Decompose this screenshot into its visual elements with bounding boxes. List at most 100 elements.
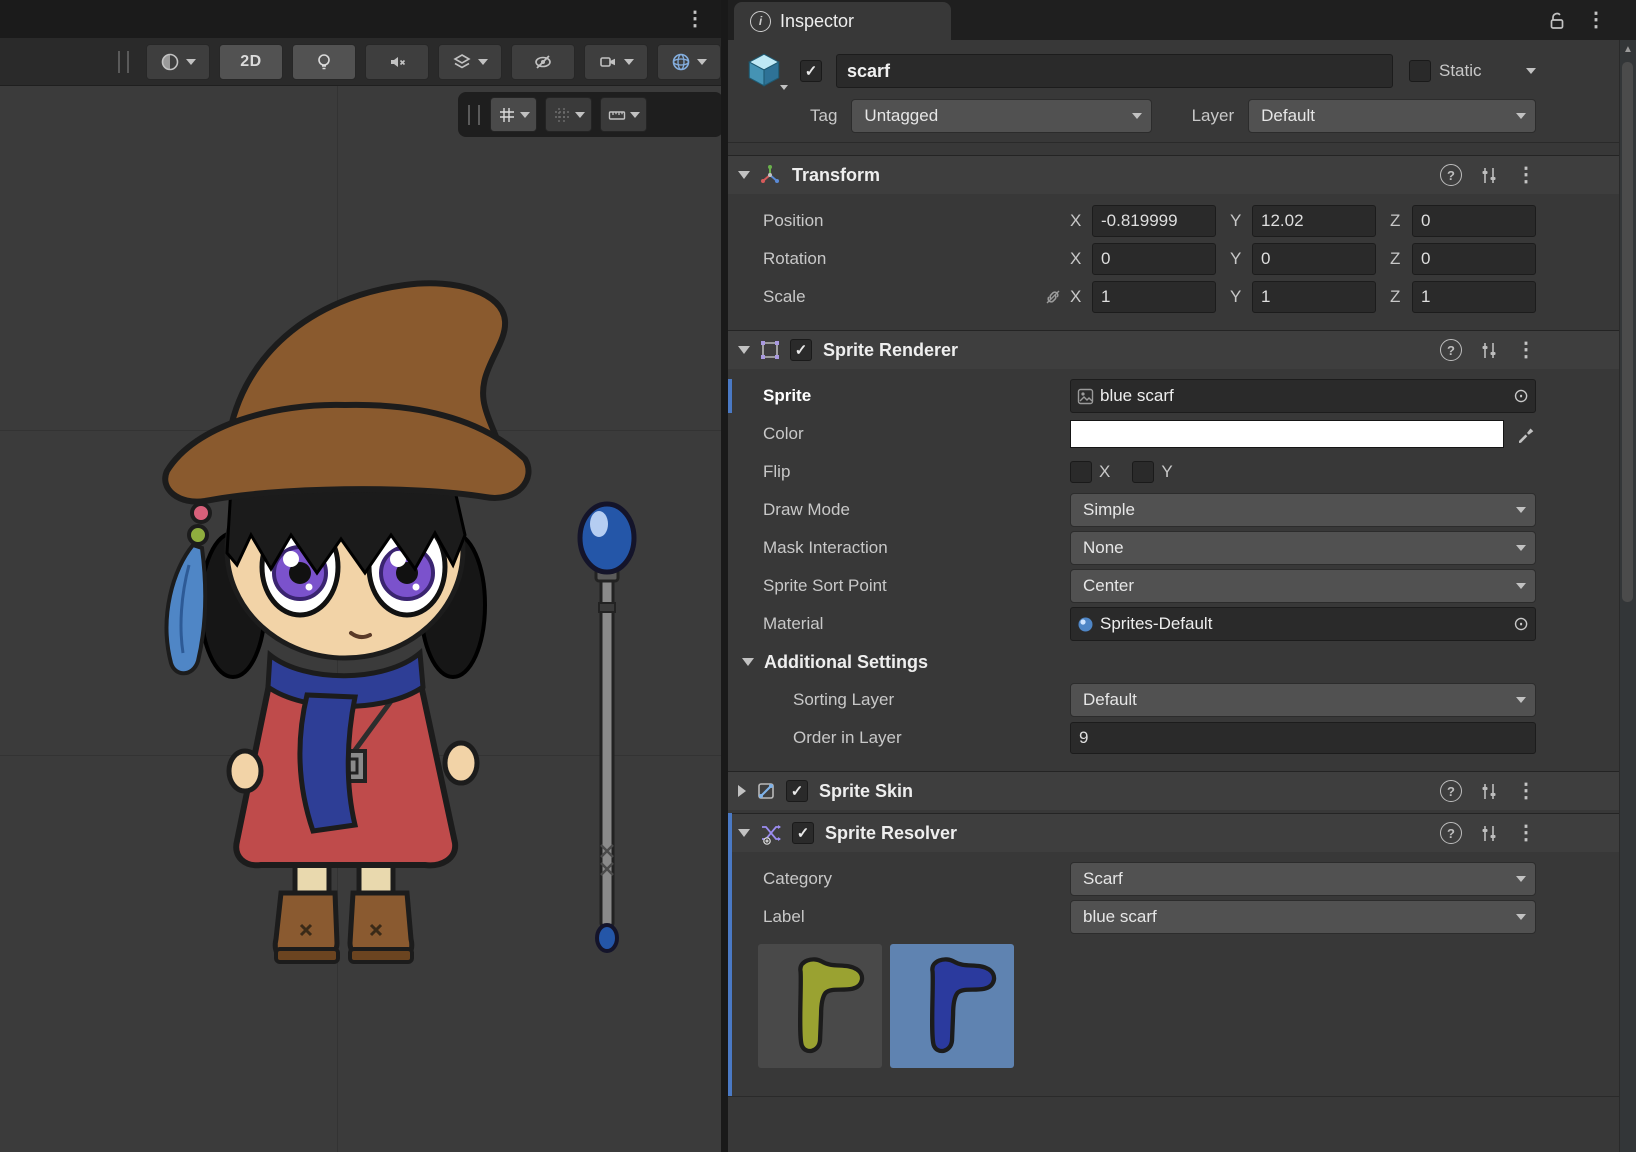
snap-increment-button[interactable] xyxy=(600,97,647,132)
help-icon[interactable]: ? xyxy=(1440,822,1462,844)
additional-settings-foldout[interactable]: Additional Settings xyxy=(728,643,1636,681)
position-row: Position X -0.819999 Y 12.02 Z 0 xyxy=(728,202,1636,240)
component-menu-kebab-icon[interactable]: ⋮ xyxy=(1516,823,1536,843)
position-y-field[interactable]: 12.02 xyxy=(1252,205,1376,237)
scrollbar-up-arrow[interactable]: ▲ xyxy=(1620,40,1636,55)
link-constraint-icon[interactable] xyxy=(1044,288,1062,306)
sprite-skin-header[interactable]: ✓ Sprite Skin ? ⋮ xyxy=(728,771,1636,810)
info-icon: i xyxy=(750,11,771,32)
grid-axis-button[interactable] xyxy=(490,97,537,132)
help-icon[interactable]: ? xyxy=(1440,339,1462,361)
scale-y-field[interactable]: 1 xyxy=(1252,281,1376,313)
category-label: Category xyxy=(763,869,1070,889)
static-flags-caret[interactable] xyxy=(1526,68,1536,74)
static-checkbox[interactable] xyxy=(1409,60,1431,82)
active-checkbox[interactable]: ✓ xyxy=(800,60,822,82)
thumbnail-blue-scarf[interactable] xyxy=(890,944,1014,1068)
inspector-panel: i Inspector ⋮ xyxy=(728,0,1636,1152)
scrollbar-thumb[interactable] xyxy=(1622,62,1633,602)
help-icon[interactable]: ? xyxy=(1440,164,1462,186)
eyedropper-icon[interactable] xyxy=(1516,424,1536,444)
component-menu-kebab-icon[interactable]: ⋮ xyxy=(1516,165,1536,185)
flip-y-checkbox[interactable] xyxy=(1132,461,1154,483)
material-object-field[interactable]: Sprites-Default ⊙ xyxy=(1070,607,1536,641)
sprite-sort-point-row: Sprite Sort Point Center xyxy=(728,567,1636,605)
tag-dropdown[interactable]: Untagged xyxy=(851,99,1151,133)
component-enabled-checkbox[interactable]: ✓ xyxy=(792,822,814,844)
position-x-field[interactable]: -0.819999 xyxy=(1092,205,1216,237)
additional-settings-label: Additional Settings xyxy=(764,652,928,673)
dropdown-caret xyxy=(1516,507,1526,513)
scene-view[interactable]: ⋮ 2D xyxy=(0,0,721,1152)
inspector-menu-kebab-icon[interactable]: ⋮ xyxy=(1586,10,1606,30)
object-picker-icon[interactable]: ⊙ xyxy=(1513,613,1529,636)
rotation-x-field[interactable]: 0 xyxy=(1092,243,1216,275)
draw-mode-row: Draw Mode Simple xyxy=(728,491,1636,529)
scene-menu-kebab-icon[interactable]: ⋮ xyxy=(685,9,705,29)
scene-audio-button[interactable] xyxy=(365,44,429,80)
presets-icon[interactable] xyxy=(1480,342,1498,359)
scale-z-field[interactable]: 1 xyxy=(1412,281,1536,313)
grid-y-icon xyxy=(497,105,517,125)
foldout-arrow[interactable] xyxy=(738,346,750,354)
presets-icon[interactable] xyxy=(1480,825,1498,842)
scene-camera-button[interactable] xyxy=(584,44,648,80)
rotation-z-field[interactable]: 0 xyxy=(1412,243,1536,275)
help-icon[interactable]: ? xyxy=(1440,780,1462,802)
character-sprite[interactable] xyxy=(55,235,675,995)
transform-header[interactable]: Transform ? ⋮ xyxy=(728,155,1636,194)
overlay-drag-handle[interactable] xyxy=(468,105,480,125)
2d-mode-button[interactable]: 2D xyxy=(219,44,283,80)
layer-dropdown[interactable]: Default xyxy=(1248,99,1536,133)
tag-value: Untagged xyxy=(864,106,938,126)
order-in-layer-field[interactable]: 9 xyxy=(1070,722,1536,754)
sorting-layer-dropdown[interactable]: Default xyxy=(1070,683,1536,717)
scene-toolbar: 2D xyxy=(0,38,721,86)
layer-label: Layer xyxy=(1192,106,1235,126)
static-label: Static xyxy=(1439,61,1482,81)
flip-x-checkbox[interactable] xyxy=(1070,461,1092,483)
draw-mode-dropdown[interactable]: Simple xyxy=(1070,493,1536,527)
lock-icon[interactable] xyxy=(1548,11,1566,30)
foldout-arrow[interactable] xyxy=(738,171,750,179)
thumbnail-yellow-scarf[interactable] xyxy=(758,944,882,1068)
sprite-renderer-icon xyxy=(759,339,781,361)
sprite-renderer-header[interactable]: ✓ Sprite Renderer ? ⋮ xyxy=(728,330,1636,369)
component-menu-kebab-icon[interactable]: ⋮ xyxy=(1516,781,1536,801)
gameobject-icon[interactable] xyxy=(742,50,786,92)
color-swatch[interactable] xyxy=(1070,420,1504,448)
gizmos-button[interactable] xyxy=(657,44,721,80)
component-enabled-checkbox[interactable]: ✓ xyxy=(790,339,812,361)
effects-button[interactable] xyxy=(438,44,502,80)
pane-splitter[interactable] xyxy=(721,0,728,1152)
foldout-arrow[interactable] xyxy=(738,785,746,797)
grid-snap-button[interactable] xyxy=(545,97,592,132)
sprite-sort-point-dropdown[interactable]: Center xyxy=(1070,569,1536,603)
component-menu-kebab-icon[interactable]: ⋮ xyxy=(1516,340,1536,360)
sprite-resolver-header[interactable]: ✓ Sprite Resolver ? ⋮ xyxy=(728,813,1636,852)
rotation-y-field[interactable]: 0 xyxy=(1252,243,1376,275)
label-row: Label blue scarf xyxy=(728,898,1636,936)
component-enabled-checkbox[interactable]: ✓ xyxy=(786,780,808,802)
category-dropdown[interactable]: Scarf xyxy=(1070,862,1536,896)
dropdown-caret xyxy=(1516,545,1526,551)
scale-x-field[interactable]: 1 xyxy=(1092,281,1216,313)
gameobject-name-field[interactable]: scarf xyxy=(836,54,1393,88)
presets-icon[interactable] xyxy=(1480,167,1498,184)
tab-inspector[interactable]: i Inspector xyxy=(734,2,951,40)
draw-mode-button[interactable] xyxy=(146,44,210,80)
label-dropdown[interactable]: blue scarf xyxy=(1070,900,1536,934)
object-picker-icon[interactable]: ⊙ xyxy=(1513,385,1529,408)
foldout-arrow[interactable] xyxy=(742,658,754,666)
dropdown-caret xyxy=(1516,583,1526,589)
sprite-object-field[interactable]: blue scarf ⊙ xyxy=(1070,379,1536,413)
toolbar-drag-handle[interactable] xyxy=(118,51,129,73)
scene-visibility-button[interactable] xyxy=(511,44,575,80)
inspector-scrollbar[interactable]: ▲ xyxy=(1619,40,1636,1152)
scene-lighting-button[interactable] xyxy=(292,44,356,80)
presets-icon[interactable] xyxy=(1480,783,1498,800)
foldout-arrow[interactable] xyxy=(738,829,750,837)
mask-interaction-dropdown[interactable]: None xyxy=(1070,531,1536,565)
position-z-field[interactable]: 0 xyxy=(1412,205,1536,237)
transform-body: Position X -0.819999 Y 12.02 Z 0 Rotatio… xyxy=(728,194,1636,330)
